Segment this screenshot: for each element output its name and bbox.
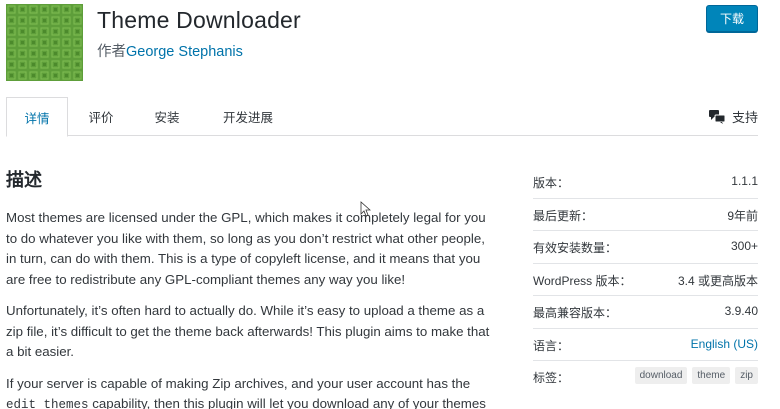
plugin-header: Theme Downloader 作者George Stephanis 下载: [0, 0, 780, 90]
meta-label: 版本：: [533, 176, 570, 190]
support-link[interactable]: 支持: [708, 97, 758, 136]
mouse-cursor-icon: [360, 201, 371, 217]
meta-last-updated: 最后更新： 9年前: [533, 199, 758, 231]
author-prefix: 作者: [97, 44, 126, 60]
plugin-title: Theme Downloader: [97, 7, 301, 33]
description-paragraph: Unfortunately, it’s often hard to actual…: [6, 303, 490, 359]
tab-development[interactable]: 开发进展: [213, 97, 283, 136]
meta-value: 1.1.1: [731, 174, 758, 188]
meta-wp-version: WordPress 版本： 3.4 或更高版本: [533, 264, 758, 296]
plugin-author: 作者George Stephanis: [97, 40, 243, 61]
meta-active-installs: 有效安装数量： 300+: [533, 231, 758, 264]
meta-value: 3.9.40: [724, 304, 758, 318]
description-section: 描述 Most themes are licensed under the GP…: [6, 166, 498, 409]
meta-label: WordPress 版本：: [533, 273, 632, 288]
description-paragraph: If your server is capable of making Zip …: [6, 374, 498, 409]
tag-list: download theme zip: [634, 367, 758, 384]
meta-version: 版本： 1.1.1: [533, 166, 758, 199]
code-capability: edit_themes: [6, 398, 89, 409]
meta-label: 有效安装数量：: [533, 241, 618, 255]
para-text: capability, then this plugin will let yo…: [88, 396, 486, 409]
author-link[interactable]: George Stephanis: [126, 44, 243, 60]
tab-details[interactable]: 详情: [6, 97, 68, 137]
description-heading: 描述: [6, 170, 42, 190]
meta-value: 300+: [730, 239, 758, 253]
meta-label: 语言：: [533, 338, 570, 353]
plugin-pattern-icon: [6, 4, 83, 81]
plugin-icon: [6, 4, 83, 81]
meta-tags: 标签： download theme zip: [533, 361, 758, 394]
tag-zip[interactable]: zip: [735, 367, 758, 384]
support-chat-icon: [708, 109, 725, 124]
meta-label: 最后更新：: [533, 208, 594, 223]
meta-value: 9年前: [727, 208, 758, 223]
meta-tested-up-to: 最高兼容版本： 3.9.40: [533, 296, 758, 329]
download-button[interactable]: 下载: [706, 5, 758, 32]
tag-download[interactable]: download: [634, 367, 688, 384]
plugin-tabs: 详情 评价 安装 开发进展 支持: [6, 97, 758, 137]
tab-reviews[interactable]: 评价: [78, 97, 124, 136]
para-text: If your server is capable of making Zip …: [6, 375, 471, 391]
meta-label: 最高兼容版本：: [533, 306, 618, 320]
tab-installation[interactable]: 安装: [144, 97, 190, 136]
support-label: 支持: [731, 110, 758, 125]
meta-label: 标签：: [533, 371, 570, 385]
language-link[interactable]: English (US): [691, 337, 758, 351]
description-paragraph: Most themes are licensed under the GPL, …: [6, 210, 486, 287]
meta-language: 语言： English (US): [533, 329, 758, 361]
plugin-meta: 版本： 1.1.1 最后更新： 9年前 有效安装数量： 300+ WordPre…: [533, 166, 758, 394]
tag-theme[interactable]: theme: [692, 367, 731, 384]
meta-value: 3.4 或更高版本: [677, 273, 758, 288]
